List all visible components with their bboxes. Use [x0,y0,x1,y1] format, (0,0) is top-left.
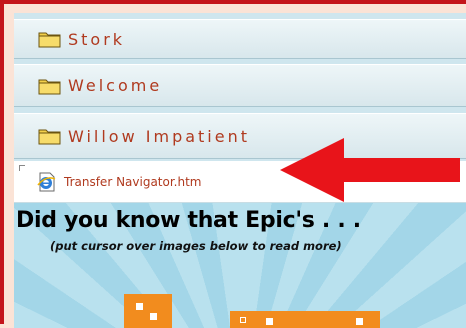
red-arrow-pointer [280,138,460,202]
folder-icon [38,30,62,48]
folder-label: Willow Impatient [68,126,251,146]
folder-item-stork[interactable]: Stork [14,19,466,59]
folder-label: Stork [68,29,126,49]
feature-image-2[interactable] [230,311,380,328]
tree-connector [19,165,25,171]
folder-icon [38,127,62,145]
banner-title: Did you know that Epic's . . . [16,208,361,233]
file-label: Transfer Navigator.htm [64,174,202,189]
folder-item-welcome[interactable]: Welcome [14,64,466,107]
ie-document-icon [36,171,58,193]
folder-label: Welcome [68,76,163,95]
did-you-know-banner: Did you know that Epic's . . . (put curs… [14,203,466,328]
folder-icon [38,77,62,95]
banner-subtitle: (put cursor over images below to read mo… [50,239,342,253]
feature-image-1[interactable] [124,294,172,328]
